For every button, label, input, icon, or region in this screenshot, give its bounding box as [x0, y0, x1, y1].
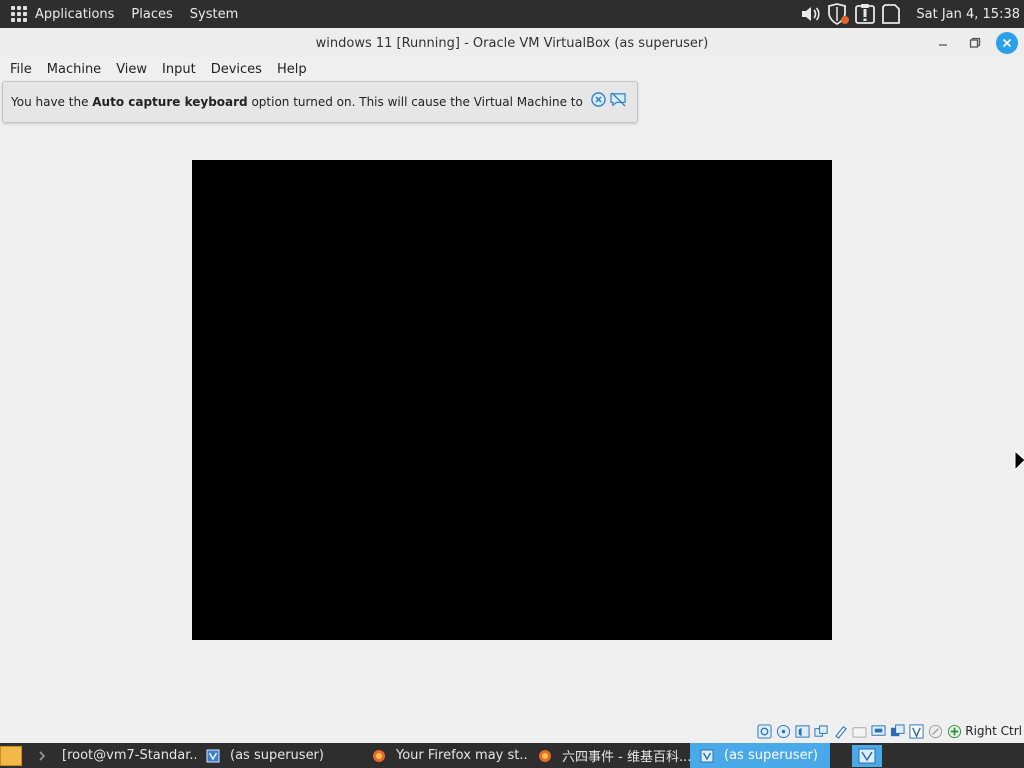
hard-disk-icon[interactable]: [756, 723, 772, 739]
taskbar-item-virtualbox-vm[interactable]: (as superuser): [690, 743, 830, 768]
menu-help[interactable]: Help: [277, 62, 307, 77]
usb-icon[interactable]: [832, 723, 848, 739]
taskbar-item-terminal[interactable]: [root@vm7-Standar...: [28, 743, 196, 768]
notification-dont-show-button[interactable]: [610, 92, 627, 107]
notification-text-start: You have the: [11, 95, 93, 109]
menu-places[interactable]: Places: [131, 7, 172, 22]
shared-folders-icon[interactable]: [851, 723, 867, 739]
firefox-icon: [538, 749, 552, 763]
notification-text-bold: Auto capture keyboard: [92, 95, 248, 109]
taskbar-item-label: (as superuser): [230, 748, 324, 763]
taskbar-item-extra-window[interactable]: [852, 744, 882, 767]
taskbar-item-label: Your Firefox may st...: [396, 748, 528, 763]
menu-system[interactable]: System: [190, 7, 238, 22]
terminal-icon: [38, 749, 52, 763]
menu-machine[interactable]: Machine: [47, 62, 101, 77]
audio-icon[interactable]: [794, 723, 810, 739]
panel-clock[interactable]: Sat Jan 4, 15:38: [916, 7, 1020, 22]
menu-input[interactable]: Input: [162, 62, 196, 77]
menu-view[interactable]: View: [116, 62, 147, 77]
restore-icon: [969, 37, 981, 48]
window-titlebar[interactable]: windows 11 [Running] - Oracle VM Virtual…: [0, 28, 1024, 58]
maximize-button[interactable]: [964, 32, 986, 54]
minimize-button[interactable]: [932, 32, 954, 54]
vt-x-icon[interactable]: [908, 723, 924, 739]
status-icons: [753, 723, 962, 739]
taskbar-item-label: (as superuser): [724, 748, 818, 763]
auto-capture-notification: You have the Auto capture keyboard optio…: [2, 81, 638, 123]
firefox-icon: [372, 749, 386, 763]
sd-card-icon[interactable]: [880, 3, 902, 25]
taskbar-item-firefox-wikipedia[interactable]: 六四事件 - 维基百科...: [528, 743, 690, 768]
close-circle-icon: [591, 92, 606, 107]
system-tray: Sat Jan 4, 15:38: [800, 0, 1024, 28]
notification-text-end: option turned on. This will cause the Vi…: [247, 95, 583, 109]
recording-icon[interactable]: [889, 723, 905, 739]
mouse-pointer-icon: [1014, 449, 1024, 476]
apps-grid-icon[interactable]: [11, 6, 27, 22]
optical-drive-icon[interactable]: [775, 723, 791, 739]
keyboard-capture-icon[interactable]: [946, 723, 962, 739]
taskbar-item-label: [root@vm7-Standar...: [62, 748, 196, 763]
virtualbox-icon: [206, 749, 220, 763]
vm-statusbar: Right Ctrl: [0, 722, 1024, 742]
shield-update-icon[interactable]: [826, 3, 850, 25]
vm-display[interactable]: [192, 160, 832, 640]
message-off-icon: [610, 92, 626, 107]
virtualbox-vm-icon: [858, 748, 876, 763]
close-icon: [1002, 38, 1012, 48]
menu-devices[interactable]: Devices: [211, 62, 262, 77]
menu-applications[interactable]: Applications: [35, 7, 114, 22]
mouse-integration-icon[interactable]: [927, 723, 943, 739]
clipboard-alert-icon[interactable]: [854, 3, 876, 25]
notification-text: You have the Auto capture keyboard optio…: [11, 95, 583, 109]
taskbar-item-firefox-warning[interactable]: Your Firefox may st...: [362, 743, 528, 768]
network-icon[interactable]: [813, 723, 829, 739]
taskbar-item-label: 六四事件 - 维基百科...: [562, 750, 690, 765]
notification-buttons: [587, 92, 627, 107]
menubar: File Machine View Input Devices Help: [0, 58, 1024, 80]
taskbar-item-virtualbox-manager[interactable]: (as superuser): [196, 743, 362, 768]
top-panel: Applications Places System Sat Jan 4, 15…: [0, 0, 1024, 28]
display-icon[interactable]: [870, 723, 886, 739]
show-desktop-button[interactable]: [0, 745, 22, 766]
menu-file[interactable]: File: [10, 62, 32, 77]
minimize-icon: [939, 44, 947, 46]
window-title: windows 11 [Running] - Oracle VM Virtual…: [315, 35, 709, 51]
taskbar: [root@vm7-Standar... (as superuser) Your…: [0, 743, 1024, 768]
notification-close-button[interactable]: [591, 92, 606, 107]
window-controls: [922, 28, 1018, 58]
close-button[interactable]: [996, 32, 1018, 54]
virtualbox-vm-icon: [700, 749, 714, 763]
host-key-label[interactable]: Right Ctrl: [965, 724, 1022, 738]
volume-icon[interactable]: [800, 4, 822, 24]
